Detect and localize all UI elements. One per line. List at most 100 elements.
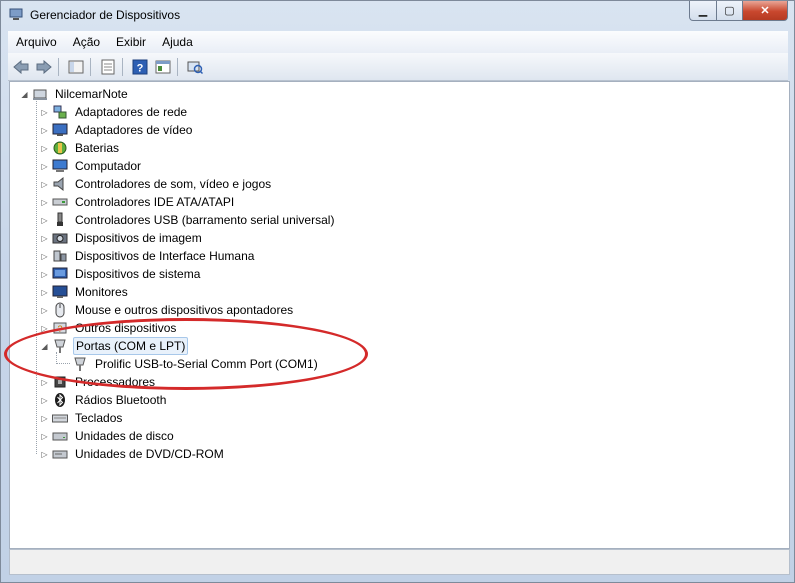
menu-bar: Arquivo Ação Exibir Ajuda (8, 31, 788, 53)
tree-item[interactable]: ▷? Outros dispositivos (40, 319, 178, 337)
svg-text:?: ? (137, 62, 144, 74)
tree-item[interactable]: ▷ Monitores (40, 283, 130, 301)
tree-item[interactable]: ▷ Dispositivos de imagem (40, 229, 204, 247)
collapse-triangle-icon[interactable]: ◢ (40, 337, 49, 355)
expand-triangle-icon[interactable]: ▷ (40, 121, 49, 139)
tree-item[interactable]: ▷ Adaptadores de vídeo (40, 121, 194, 139)
tree-item[interactable]: ▷ Rádios Bluetooth (40, 391, 168, 409)
tree-item-label: Computador (75, 159, 142, 173)
properties-icon (101, 59, 115, 74)
tree-child-label: Prolific USB-to-Serial Comm Port (COM1) (95, 357, 318, 371)
up-button[interactable] (66, 57, 86, 77)
tree-child-item[interactable]: Prolific USB-to-Serial Comm Port (COM1) (72, 355, 320, 373)
forward-icon (36, 59, 52, 74)
window-title: Gerenciador de Dispositivos (30, 8, 181, 22)
expand-triangle-icon[interactable]: ▷ (40, 409, 49, 427)
port-icon (72, 356, 88, 372)
forward-button[interactable] (34, 57, 54, 77)
display-adapter-icon (52, 122, 68, 138)
expand-triangle-icon[interactable]: ▷ (40, 283, 49, 301)
svg-text:?: ? (57, 324, 62, 334)
view-icon (155, 60, 171, 73)
window-frame: Gerenciador de Dispositivos ▁ ▢ ✕ Arquiv… (0, 0, 795, 583)
dvd-drive-icon (52, 446, 68, 462)
tree-item[interactable]: ▷ Unidades de disco (40, 427, 176, 445)
mouse-icon (52, 302, 68, 318)
unknown-device-icon: ? (52, 320, 68, 336)
tree-item[interactable]: ▷ Controladores IDE ATA/ATAPI (40, 193, 236, 211)
tree-item[interactable]: ▷ Controladores de som, vídeo e jogos (40, 175, 273, 193)
back-button[interactable] (11, 57, 31, 77)
expand-triangle-icon[interactable]: ▷ (40, 265, 49, 283)
expand-triangle-icon[interactable]: ▷ (40, 229, 49, 247)
tree-item-label: Dispositivos de sistema (75, 267, 201, 281)
tree-connector-line (56, 363, 70, 364)
network-adapter-icon (52, 104, 68, 120)
collapse-triangle-icon[interactable]: ◢ (20, 85, 29, 103)
expand-triangle-icon[interactable]: ▷ (40, 373, 49, 391)
menu-acao[interactable]: Ação (65, 35, 108, 49)
tree-item[interactable]: ▷ Unidades de DVD/CD-ROM (40, 445, 226, 463)
system-device-icon (52, 266, 68, 282)
minimize-icon: ▁ (698, 5, 708, 17)
tree-item[interactable]: ▷ Mouse e outros dispositivos apontadores (40, 301, 295, 319)
scan-hardware-icon (187, 61, 203, 74)
expand-triangle-icon[interactable]: ▷ (40, 193, 49, 211)
help-icon: ? (132, 59, 148, 74)
tree-item-label: Controladores IDE ATA/ATAPI (75, 195, 235, 209)
tree-item-label: Processadores (75, 375, 156, 389)
expand-triangle-icon[interactable]: ▷ (40, 103, 49, 121)
keyboard-icon (52, 410, 68, 426)
expand-triangle-icon[interactable]: ▷ (40, 175, 49, 193)
tree-item[interactable]: ▷ Dispositivos de sistema (40, 265, 202, 283)
tree-item-label: Mouse e outros dispositivos apontadores (75, 303, 294, 317)
port-icon (52, 338, 68, 354)
device-manager-icon (9, 8, 23, 20)
menu-ajuda[interactable]: Ajuda (154, 35, 201, 49)
tree-item-label: Adaptadores de vídeo (75, 123, 193, 137)
view-button[interactable] (153, 57, 173, 77)
battery-icon (52, 140, 68, 156)
expand-triangle-icon[interactable]: ▷ (40, 427, 49, 445)
computer-icon (32, 86, 48, 102)
tree-item[interactable]: ▷ Adaptadores de rede (40, 103, 189, 121)
tree-item[interactable]: ▷ Dispositivos de Interface Humana (40, 247, 256, 265)
tree-item-label: Portas (COM e LPT) (73, 337, 189, 355)
tree-item-label: Dispositivos de Interface Humana (75, 249, 255, 263)
tree-item-label: Controladores de som, vídeo e jogos (75, 177, 272, 191)
tree-item[interactable]: ▷ Computador (40, 157, 143, 175)
tree-root-label: NilcemarNote (55, 87, 128, 101)
scan-hardware-button[interactable] (185, 57, 205, 77)
maximize-button[interactable]: ▢ (717, 1, 743, 21)
title-bar[interactable]: Gerenciador de Dispositivos ▁ ▢ ✕ (1, 1, 794, 30)
tree-item[interactable]: ▷ Baterias (40, 139, 121, 157)
back-icon (13, 59, 29, 74)
menu-arquivo[interactable]: Arquivo (8, 35, 65, 49)
tree-item-label: Adaptadores de rede (75, 105, 188, 119)
expand-triangle-icon[interactable]: ▷ (40, 157, 49, 175)
tree-item-label: Unidades de DVD/CD-ROM (75, 447, 224, 461)
disk-drive-icon (52, 428, 68, 444)
toolbar-separator (122, 57, 123, 76)
expand-triangle-icon[interactable]: ▷ (40, 247, 49, 265)
up-folder-icon (68, 60, 84, 73)
expand-triangle-icon[interactable]: ▷ (40, 301, 49, 319)
expand-triangle-icon[interactable]: ▷ (40, 319, 49, 337)
expand-triangle-icon[interactable]: ▷ (40, 445, 49, 463)
tree-item[interactable]: ▷ Processadores (40, 373, 157, 391)
tree-item[interactable]: ◢ Portas (COM e LPT) (40, 337, 189, 355)
expand-triangle-icon[interactable]: ▷ (40, 391, 49, 409)
menu-exibir[interactable]: Exibir (108, 35, 154, 49)
tree-item[interactable]: ▷ Controladores USB (barramento serial un… (40, 211, 336, 229)
tree-root[interactable]: ◢ NilcemarNote (20, 85, 130, 103)
tree-item-label: Controladores USB (barramento serial uni… (75, 213, 335, 227)
close-button[interactable]: ✕ (743, 1, 788, 21)
tree-item[interactable]: ▷ Teclados (40, 409, 124, 427)
properties-button[interactable] (98, 57, 118, 77)
device-tree[interactable]: ◢ NilcemarNote ▷ Adaptadores de rede ▷ Adap… (9, 81, 790, 549)
help-button[interactable]: ? (130, 57, 150, 77)
expand-triangle-icon[interactable]: ▷ (40, 139, 49, 157)
minimize-button[interactable]: ▁ (689, 1, 717, 21)
maximize-icon: ▢ (724, 5, 735, 17)
expand-triangle-icon[interactable]: ▷ (40, 211, 49, 229)
